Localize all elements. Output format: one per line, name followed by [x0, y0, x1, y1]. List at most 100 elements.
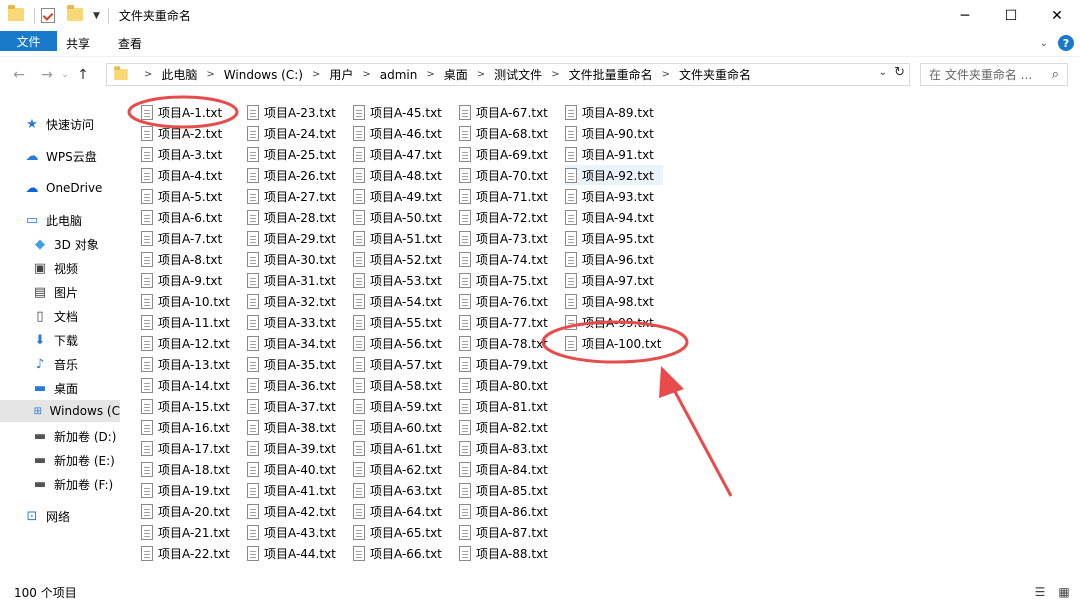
search-icon[interactable]: ⌕ [1052, 67, 1059, 82]
breadcrumb-chevron-icon[interactable]: > [551, 69, 559, 80]
address-dropdown-icon[interactable]: ⌄ [879, 67, 887, 78]
file-item[interactable]: 项目A-70.txt [459, 165, 548, 185]
file-item[interactable]: 项目A-95.txt [565, 228, 654, 248]
file-item[interactable]: 项目A-24.txt [247, 123, 336, 143]
file-item[interactable]: 项目A-4.txt [141, 165, 222, 185]
nav-item-this-pc[interactable]: ▭ 此电脑 [0, 209, 120, 231]
file-item[interactable]: 项目A-3.txt [141, 144, 222, 164]
file-item[interactable]: 项目A-94.txt [565, 207, 654, 227]
file-item[interactable]: 项目A-36.txt [247, 375, 336, 395]
maximize-button[interactable]: ☐ [988, 0, 1034, 31]
file-item[interactable]: 项目A-7.txt [141, 228, 222, 248]
nav-item-videos[interactable]: ▣ 视频 [0, 257, 120, 279]
ribbon-expand-chevron-icon[interactable]: ⌄ [1040, 38, 1048, 49]
file-item[interactable]: 项目A-35.txt [247, 354, 336, 374]
file-item[interactable]: 项目A-74.txt [459, 249, 548, 269]
nav-item-3d-objects[interactable]: ◆ 3D 对象 [0, 233, 120, 255]
file-item[interactable]: 项目A-64.txt [353, 501, 442, 521]
file-item[interactable]: 项目A-21.txt [141, 522, 230, 542]
file-item[interactable]: 项目A-84.txt [459, 459, 548, 479]
file-item[interactable]: 项目A-29.txt [247, 228, 336, 248]
breadcrumb-chevron-icon[interactable]: > [206, 69, 214, 80]
file-item[interactable]: 项目A-30.txt [247, 249, 336, 269]
file-item[interactable]: 项目A-93.txt [565, 186, 654, 206]
breadcrumb-item[interactable]: 用户 [329, 66, 353, 83]
file-item[interactable]: 项目A-28.txt [247, 207, 336, 227]
nav-item-desktop[interactable]: ▬ 桌面 [0, 377, 120, 399]
breadcrumb-chevron-icon[interactable]: > [312, 69, 320, 80]
file-item[interactable]: 项目A-89.txt [565, 102, 654, 122]
back-arrow-icon[interactable]: ← [8, 67, 30, 83]
file-item[interactable]: 项目A-22.txt [141, 543, 230, 563]
file-item[interactable]: 项目A-23.txt [247, 102, 336, 122]
file-item[interactable]: 项目A-46.txt [353, 123, 442, 143]
file-item[interactable]: 项目A-73.txt [459, 228, 548, 248]
file-item[interactable]: 项目A-81.txt [459, 396, 548, 416]
file-item[interactable]: 项目A-63.txt [353, 480, 442, 500]
file-item[interactable]: 项目A-32.txt [247, 291, 336, 311]
breadcrumb-item[interactable]: admin [380, 68, 418, 82]
nav-item-music[interactable]: ♪ 音乐 [0, 353, 120, 375]
file-item[interactable]: 项目A-39.txt [247, 438, 336, 458]
file-item[interactable]: 项目A-11.txt [141, 312, 230, 332]
file-item[interactable]: 项目A-49.txt [353, 186, 442, 206]
file-item[interactable]: 项目A-98.txt [565, 291, 654, 311]
file-item[interactable]: 项目A-17.txt [141, 438, 230, 458]
search-box[interactable]: 在 文件夹重命名 ... ⌕ [920, 63, 1068, 86]
file-item[interactable]: 项目A-75.txt [459, 270, 548, 290]
file-item[interactable]: 项目A-15.txt [141, 396, 230, 416]
properties-check-icon[interactable] [41, 7, 57, 24]
new-folder-icon[interactable] [67, 4, 83, 24]
file-item[interactable]: 项目A-42.txt [247, 501, 336, 521]
file-item[interactable]: 项目A-88.txt [459, 543, 548, 563]
nav-item-wps-cloud[interactable]: ☁ WPS云盘 [0, 145, 120, 167]
nav-item-pictures[interactable]: ▤ 图片 [0, 281, 120, 303]
file-item[interactable]: 项目A-10.txt [141, 291, 230, 311]
file-item[interactable]: 项目A-54.txt [353, 291, 442, 311]
large-icons-view-icon[interactable]: ▦ [1056, 585, 1072, 599]
file-item[interactable]: 项目A-76.txt [459, 291, 548, 311]
file-item[interactable]: 项目A-55.txt [353, 312, 442, 332]
file-item[interactable]: 项目A-66.txt [353, 543, 442, 563]
file-item[interactable]: 项目A-56.txt [353, 333, 442, 353]
nav-item-drive-e[interactable]: ▬ 新加卷 (E:) [0, 449, 120, 471]
file-item[interactable]: 项目A-52.txt [353, 249, 442, 269]
file-item[interactable]: 项目A-19.txt [141, 480, 230, 500]
file-item[interactable]: 项目A-79.txt [459, 354, 548, 374]
file-item[interactable]: 项目A-51.txt [353, 228, 442, 248]
file-item[interactable]: 项目A-96.txt [565, 249, 654, 269]
file-item[interactable]: 项目A-58.txt [353, 375, 442, 395]
file-item[interactable]: 项目A-34.txt [247, 333, 336, 353]
file-item[interactable]: 项目A-69.txt [459, 144, 548, 164]
nav-item-drive-f[interactable]: ▬ 新加卷 (F:) [0, 473, 120, 495]
file-item[interactable]: 项目A-31.txt [247, 270, 336, 290]
file-item[interactable]: 项目A-16.txt [141, 417, 230, 437]
file-item[interactable]: 项目A-47.txt [353, 144, 442, 164]
file-item[interactable]: 项目A-77.txt [459, 312, 548, 332]
breadcrumb-item[interactable]: Windows (C:) [224, 68, 303, 82]
file-item[interactable]: 项目A-62.txt [353, 459, 442, 479]
file-item[interactable]: 项目A-40.txt [247, 459, 336, 479]
breadcrumb-chevron-icon[interactable]: > [426, 69, 434, 80]
file-item[interactable]: 项目A-48.txt [353, 165, 442, 185]
nav-item-onedrive[interactable]: ☁ OneDrive [0, 177, 120, 199]
breadcrumb-item[interactable]: 桌面 [444, 66, 468, 83]
file-item[interactable]: 项目A-26.txt [247, 165, 336, 185]
breadcrumb-chevron-icon[interactable]: > [477, 69, 485, 80]
file-item[interactable]: 项目A-37.txt [247, 396, 336, 416]
file-item[interactable]: 项目A-72.txt [459, 207, 548, 227]
tab-view[interactable]: 查看 [104, 31, 156, 56]
file-item[interactable]: 项目A-8.txt [141, 249, 222, 269]
address-bar[interactable]: > 此电脑 > Windows (C:) > 用户 > admin > 桌面 >… [106, 63, 910, 86]
customize-toolbar-dropdown-icon[interactable]: ▼ [93, 11, 100, 21]
file-item[interactable]: 项目A-100.txt [565, 333, 662, 353]
nav-item-windows-c[interactable]: ⊞ Windows (C [0, 400, 120, 422]
folder-icon[interactable] [8, 4, 24, 24]
close-button[interactable]: ✕ [1034, 0, 1080, 31]
tab-file[interactable]: 文件 [0, 31, 57, 51]
file-item[interactable]: 项目A-12.txt [141, 333, 230, 353]
file-item[interactable]: 项目A-44.txt [247, 543, 336, 563]
refresh-icon[interactable]: ↻ [894, 65, 905, 80]
file-item[interactable]: 项目A-67.txt [459, 102, 548, 122]
help-icon[interactable]: ? [1058, 35, 1074, 51]
